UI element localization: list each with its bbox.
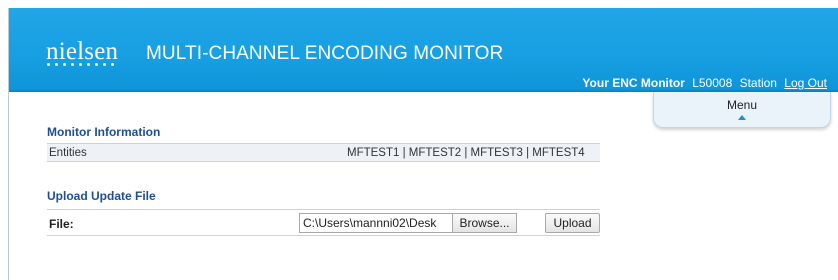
station-label: Station bbox=[739, 76, 777, 90]
header-bar: nielsen MULTI-CHANNEL ENCODING MONITOR Y… bbox=[9, 8, 838, 90]
app-frame: nielsen MULTI-CHANNEL ENCODING MONITOR Y… bbox=[8, 8, 838, 280]
upload-button[interactable]: Upload bbox=[545, 213, 600, 233]
upload-update-file-title: Upload Update File bbox=[47, 189, 156, 203]
upload-row: File: C:\Users\mannni02\Desk Browse... U… bbox=[47, 209, 600, 236]
entities-label: Entities bbox=[49, 147, 87, 159]
logout-link[interactable]: Log Out bbox=[784, 76, 827, 90]
file-label: File: bbox=[49, 217, 74, 231]
header-info: Your ENC Monitor L50008 Station Log Out bbox=[582, 76, 827, 90]
logo-dots bbox=[47, 63, 127, 67]
monitor-id: L50008 bbox=[692, 76, 733, 90]
monitor-label: Your ENC Monitor bbox=[582, 76, 685, 90]
monitor-info-row: Entities MFTEST1 | MFTEST2 | MFTEST3 | M… bbox=[47, 143, 600, 162]
caret-up-icon bbox=[738, 115, 746, 120]
browse-button[interactable]: Browse... bbox=[452, 214, 516, 232]
menu-tab[interactable]: Menu bbox=[653, 92, 831, 128]
file-path[interactable]: C:\Users\mannni02\Desk bbox=[300, 216, 452, 230]
file-input[interactable]: C:\Users\mannni02\Desk Browse... bbox=[299, 213, 517, 233]
entities-value: MFTEST1 | MFTEST2 | MFTEST3 | MFTEST4 bbox=[347, 147, 585, 159]
nielsen-logo: nielsen bbox=[46, 38, 119, 65]
app-title: MULTI-CHANNEL ENCODING MONITOR bbox=[146, 43, 504, 64]
menu-label: Menu bbox=[726, 98, 758, 112]
monitor-information-title: Monitor Information bbox=[47, 125, 161, 139]
